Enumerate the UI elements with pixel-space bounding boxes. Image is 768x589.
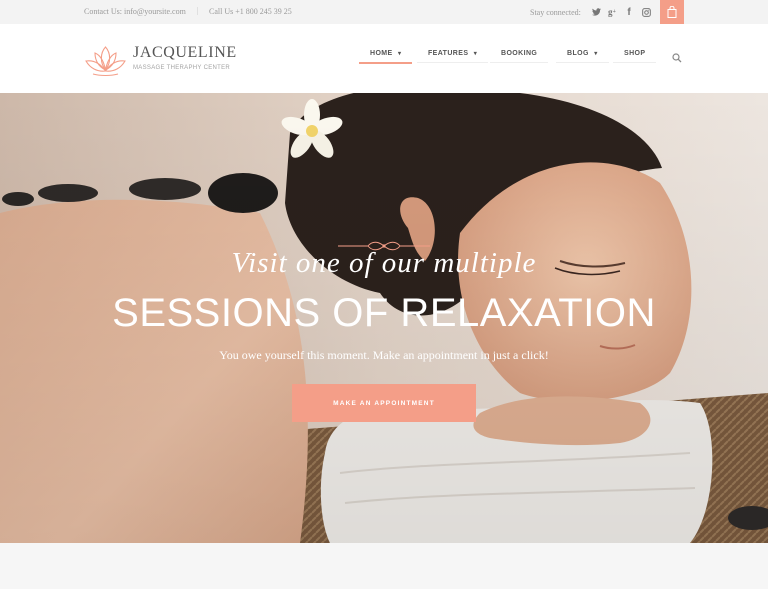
chevron-down-icon: ▾ xyxy=(397,51,402,57)
brand-title[interactable]: JACQUELINE xyxy=(133,44,237,62)
chevron-down-icon: ▾ xyxy=(594,51,598,57)
nav-blog[interactable]: BLOG ▾ xyxy=(556,50,609,63)
topbar-separator: | xyxy=(197,6,199,15)
hero-subline: You owe yourself this moment. Make an ap… xyxy=(219,348,549,362)
hero-banner: Visit one of our multiple SESSIONS OF RE… xyxy=(0,93,768,543)
nav-features[interactable]: FEATURES ▾ xyxy=(417,50,489,63)
nav-underline xyxy=(613,62,657,63)
contact-phone[interactable]: Call Us +1 800 245 39 25 xyxy=(209,7,292,16)
nav-home-label: HOME xyxy=(370,50,393,57)
top-bar: Contact Us: info@yoursite.com | Call Us … xyxy=(0,0,768,24)
nav-active-underline xyxy=(359,62,413,64)
instagram-icon[interactable] xyxy=(640,6,652,18)
page-section-below-hero xyxy=(0,543,768,589)
nav-shop[interactable]: SHOP xyxy=(613,50,657,63)
search-icon[interactable] xyxy=(672,50,682,68)
nav-home[interactable]: HOME ▾ xyxy=(359,50,413,64)
nav-underline xyxy=(490,62,549,63)
chevron-down-icon: ▾ xyxy=(473,51,478,57)
shopping-bag-icon[interactable] xyxy=(660,0,684,24)
hero-headline: SESSIONS OF RELAXATION xyxy=(112,291,656,335)
twitter-icon[interactable] xyxy=(590,6,602,18)
hero-script-heading: Visit one of our multiple xyxy=(231,247,537,279)
facebook-icon[interactable]: f xyxy=(623,6,635,18)
nav-blog-label: BLOG xyxy=(567,50,589,57)
make-appointment-button[interactable]: MAKE AN APPOINTMENT xyxy=(292,384,476,422)
nav-features-label: FEATURES xyxy=(428,50,469,57)
nav-booking-label: BOOKING xyxy=(501,50,538,57)
nav-booking[interactable]: BOOKING xyxy=(490,50,549,63)
google-plus-icon[interactable]: g + xyxy=(606,6,618,18)
nav-underline xyxy=(417,62,489,63)
nav-shop-label: SHOP xyxy=(624,50,646,57)
site-header: JACQUELINE MASSAGE THERAPHY CENTER HOME … xyxy=(0,24,768,93)
lotus-icon[interactable] xyxy=(84,43,127,82)
nav-underline xyxy=(556,62,609,63)
brand-subtitle: MASSAGE THERAPHY CENTER xyxy=(133,65,231,71)
stay-connected-label: Stay connected: xyxy=(530,8,581,17)
contact-email[interactable]: Contact Us: info@yoursite.com xyxy=(84,7,186,16)
